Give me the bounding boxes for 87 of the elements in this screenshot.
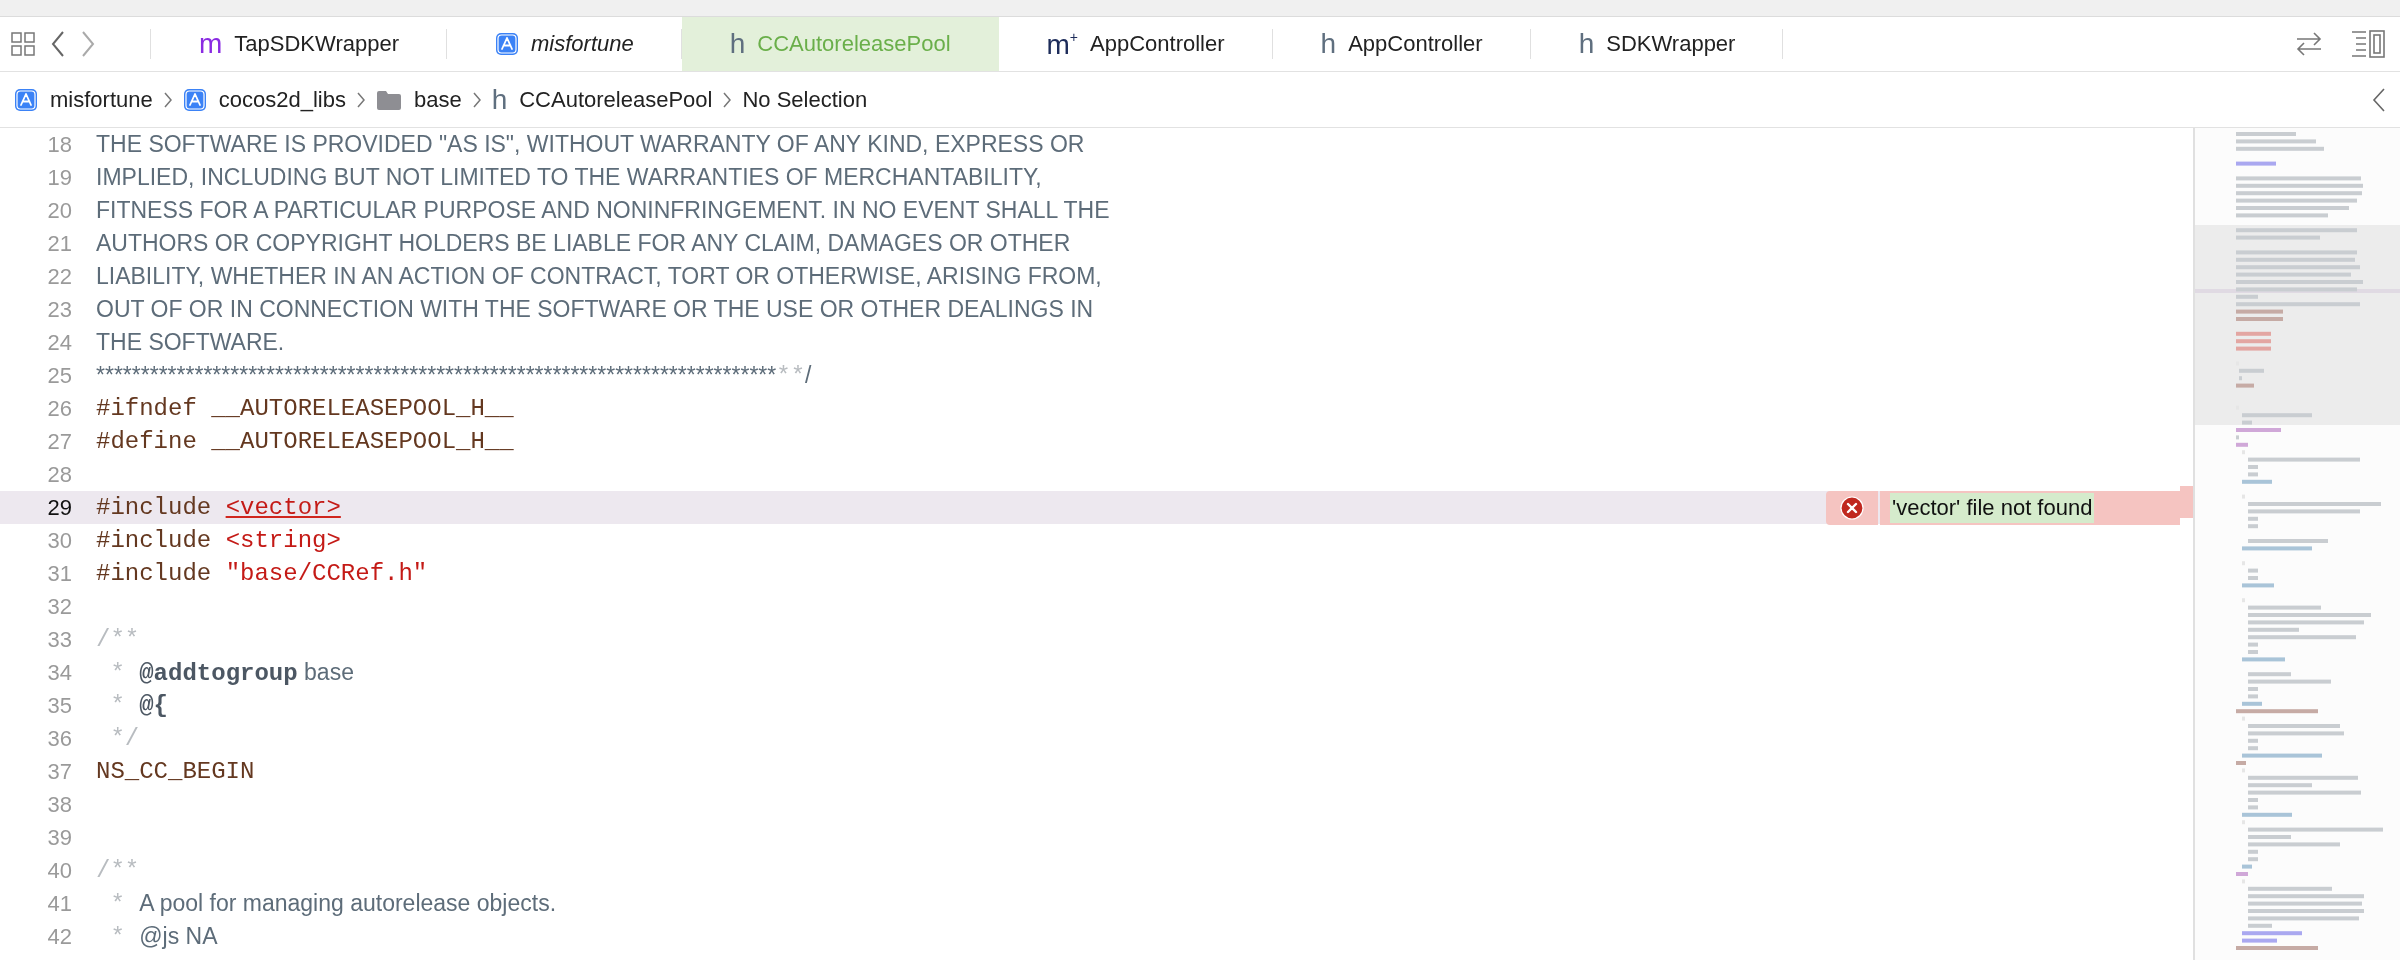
- line-number: 19: [46, 164, 72, 191]
- error-badge[interactable]: [1826, 490, 1878, 525]
- line-number: 29: [46, 494, 72, 521]
- line-number: 36: [46, 725, 72, 752]
- line-number: 24: [46, 329, 72, 356]
- line-number: 41: [46, 890, 72, 917]
- app-icon: [182, 87, 207, 112]
- code-line: #ifndef __AUTORELEASEPOOL_H__: [96, 395, 514, 422]
- line-number: 26: [46, 395, 72, 422]
- line-number: 34: [46, 659, 72, 686]
- code-line: #define __AUTORELEASEPOOL_H__: [96, 428, 514, 455]
- error-icon: [1840, 495, 1864, 520]
- file-type-icon: m$^{+}$: [1046, 29, 1079, 59]
- breadcrumb-item[interactable]: No Selection: [742, 86, 868, 113]
- editor-tab[interactable]: m$^{+}$ AppController: [998, 17, 1273, 71]
- line-number: 30: [46, 527, 72, 554]
- editor-tab[interactable]: misfortune: [447, 17, 682, 71]
- back-icon[interactable]: [50, 30, 66, 58]
- line-number: 40: [46, 857, 72, 884]
- code-line: * @addtogroup base: [109, 658, 354, 687]
- line-number: 37: [46, 758, 72, 785]
- app-icon: [495, 32, 519, 56]
- code-line: /**: [96, 857, 140, 884]
- forward-icon[interactable]: [80, 30, 96, 58]
- error-message: 'vector' file not found: [1890, 492, 2095, 523]
- tab-label: CCAutoreleasePool: [757, 31, 951, 57]
- code-line: * @js NA: [109, 922, 218, 951]
- chevron-left-icon[interactable]: [2372, 86, 2386, 113]
- file-type-icon: h: [491, 85, 508, 114]
- code-line: */: [109, 725, 140, 752]
- tab-label: AppController: [1090, 31, 1225, 57]
- code-line: AUTHORS OR COPYRIGHT HOLDERS BE LIABLE FOR ANY CLAIM, DAMAGES OR OTHER: [96, 229, 1071, 258]
- code-line: THE SOFTWARE.: [96, 328, 285, 357]
- line-number: 32: [46, 593, 72, 620]
- code-line: THE SOFTWARE IS PROVIDED "AS IS", WITHOUT WARRANTY OF ANY KIND, EXPRESS OR: [96, 130, 1085, 159]
- line-number: 23: [46, 296, 72, 323]
- grid-icon[interactable]: [10, 31, 36, 57]
- code-line: NS_CC_BEGIN: [96, 758, 255, 785]
- line-number: 22: [46, 263, 72, 290]
- editor-tab[interactable]: h CCAutoreleasePool: [681, 17, 999, 71]
- line-number: 31: [46, 560, 72, 587]
- code-line: ******************************************************************************/: [96, 361, 812, 390]
- code-line: IMPLIED, INCLUDING BUT NOT LIMITED TO THE WARRANTIES OF MERCHANTABILITY,: [96, 163, 1042, 192]
- code-line: FITNESS FOR A PARTICULAR PURPOSE AND NONINFRINGEMENT. IN NO EVENT SHALL THE: [96, 196, 1110, 225]
- code-line: * A pool for managing autorelease objects.: [109, 889, 557, 918]
- editor-tab[interactable]: h SDKWrapper: [1530, 17, 1784, 71]
- line-number: 38: [46, 791, 72, 818]
- tab-label: SDKWrapper: [1606, 31, 1736, 57]
- inspector-icon[interactable]: [2350, 29, 2386, 59]
- tab-label: TapSDKWrapper: [234, 31, 399, 57]
- breadcrumb-item[interactable]: cocos2d_libs: [218, 86, 346, 113]
- code-line: LIABILITY, WHETHER IN AN ACTION OF CONTRACT, TORT OR OTHERWISE, ARISING FROM,: [96, 262, 1102, 291]
- error-banner[interactable]: 'vector' file not found: [1880, 490, 2180, 525]
- swap-arrows-icon[interactable]: [2294, 31, 2324, 57]
- folder-icon: [375, 88, 402, 111]
- file-type-icon: h: [1320, 30, 1337, 58]
- breadcrumb-item[interactable]: CCAutoreleasePool: [519, 86, 713, 113]
- line-number: 39: [46, 824, 72, 851]
- line-number: 21: [46, 230, 72, 257]
- code-line: * @{: [109, 692, 169, 719]
- code-line: #include "base/CCRef.h": [96, 560, 428, 587]
- line-number: 18: [46, 131, 72, 158]
- tab-label: misfortune: [531, 31, 634, 57]
- breadcrumb-item[interactable]: misfortune: [50, 86, 153, 113]
- file-type-icon: h: [1578, 30, 1595, 58]
- file-type-icon: h: [729, 30, 746, 58]
- line-number: 27: [46, 428, 72, 455]
- line-number: 25: [46, 362, 72, 389]
- tab-label: AppController: [1348, 31, 1483, 57]
- line-number: 42: [46, 923, 72, 950]
- app-icon: [14, 87, 38, 112]
- code-line: #include <string>: [96, 527, 341, 554]
- code-line: #include <vector>: [96, 494, 341, 521]
- chevron-right-icon: [722, 90, 733, 109]
- chevron-right-icon: [162, 90, 173, 109]
- line-number: 20: [46, 197, 72, 224]
- breadcrumb-item[interactable]: base: [413, 86, 462, 113]
- code-line: /**: [96, 626, 140, 653]
- line-number: 28: [46, 461, 72, 488]
- file-type-icon: m: [199, 30, 223, 58]
- chevron-right-icon: [355, 90, 366, 109]
- line-number: 33: [46, 626, 72, 653]
- editor-tab[interactable]: h AppController: [1272, 17, 1531, 71]
- code-line: OUT OF OR IN CONNECTION WITH THE SOFTWARE OR THE USE OR OTHER DEALINGS IN: [96, 295, 1094, 324]
- editor-tab[interactable]: m TapSDKWrapper: [151, 17, 447, 71]
- line-number: 35: [46, 692, 72, 719]
- chevron-right-icon: [471, 90, 482, 109]
